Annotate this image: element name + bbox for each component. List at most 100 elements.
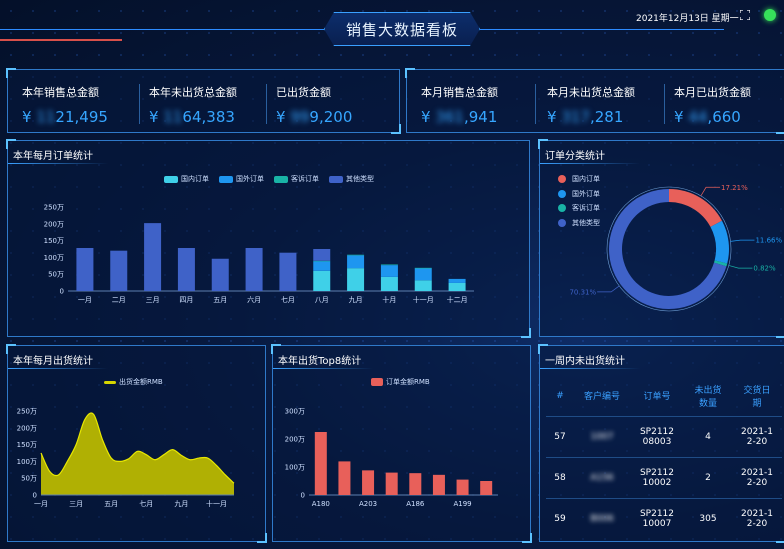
panel-top8: 本年出货Top8统计 订单金额RMB 0 100万 200万 300万 A180 A203… bbox=[271, 344, 532, 543]
legend-swatch bbox=[104, 380, 116, 384]
table-row[interactable]: 59 B006 SP2112 10007 305 2021-1 2-20 bbox=[546, 497, 782, 539]
bar-4-2 bbox=[110, 250, 128, 291]
legend-label: 出货金额RMB bbox=[119, 378, 163, 386]
x-tick-label: 七月 bbox=[281, 295, 295, 304]
dashboard-title-box: 销售大数据看板 bbox=[324, 12, 480, 46]
area-fill bbox=[41, 413, 234, 495]
cell-customer: 1007 bbox=[574, 415, 630, 457]
header-line-left bbox=[0, 29, 324, 30]
legend-swatch bbox=[219, 175, 233, 183]
legend-swatch bbox=[274, 175, 288, 183]
orders-bar-chart: 0 50万 100万 150万 200万 250万一月 二月 三月 四月 五月 六月 七月 八月 九月 十月… bbox=[44, 204, 474, 304]
stat-value: ¥ 361,941 bbox=[421, 108, 498, 126]
panel-order-category: 订单分类统计 国内订单 国外订单 客诉订单 其他类型 17.21% 11.66% 0.82… bbox=[538, 139, 784, 338]
title-underline bbox=[8, 163, 108, 164]
panel-title: 本年每月出货统计 bbox=[13, 356, 93, 367]
y-tick-label: 0 bbox=[301, 492, 305, 500]
bar-4-4 bbox=[177, 247, 195, 291]
legend-label: 订单金额RMB bbox=[386, 378, 430, 386]
bar-4 bbox=[385, 472, 398, 495]
bar-4-7 bbox=[279, 252, 297, 291]
bar-3-9 bbox=[347, 254, 365, 256]
x-tick-label: 十二月 bbox=[447, 295, 468, 304]
cell-index: 58 bbox=[546, 456, 574, 498]
stat-label: 本月销售总金额 bbox=[421, 86, 498, 99]
y-tick-label: 200万 bbox=[44, 220, 64, 228]
title-underline bbox=[273, 368, 373, 369]
dashboard-title: 销售大数据看板 bbox=[345, 20, 458, 39]
x-tick-label: 九月 bbox=[174, 499, 188, 508]
slice-label: 70.31% bbox=[569, 288, 596, 296]
bar-4-1 bbox=[76, 247, 94, 291]
stat-month-shipped: 本月已出货金额 ¥ 44,660 bbox=[674, 84, 751, 126]
y-tick-label: 100万 bbox=[285, 464, 305, 472]
cell-qty: 2 bbox=[684, 456, 732, 498]
bar-2-8 bbox=[313, 261, 331, 271]
donut-slice-2 bbox=[710, 220, 729, 264]
panel-title: 本年出货Top8统计 bbox=[278, 356, 362, 367]
col-header: # bbox=[556, 390, 564, 401]
cell-customer: B006 bbox=[574, 497, 630, 539]
stat-label: 本年销售总金额 bbox=[22, 86, 99, 99]
bar-1 bbox=[314, 432, 327, 495]
x-tick-label: A203 bbox=[359, 500, 377, 508]
bar-1-12 bbox=[448, 282, 466, 291]
header-line-right bbox=[480, 29, 724, 30]
legend-label: 国外订单 bbox=[236, 175, 264, 183]
bar-4-3 bbox=[144, 223, 162, 291]
panel-monthly-shipments: 本年每月出货统计 出货金额RMB 0 50万 100万 150万 200万 250万 一月 三… bbox=[6, 344, 267, 543]
col-header: 交货日 期 bbox=[743, 385, 771, 409]
panel-monthly-orders: 本年每月订单统计 国内订单 国外订单 客诉订单 其他类型 0 50万 100万 150… bbox=[6, 139, 531, 338]
shipments-area-chart: 0 50万 100万 150万 200万 250万一月 三月 五月 七月 九月 十一月 bbox=[17, 408, 235, 508]
leader-line bbox=[728, 265, 753, 269]
bar-2-9 bbox=[347, 255, 365, 269]
stat-year-unshipped: 本年未出货总金额 ¥ 1164,383 bbox=[149, 84, 237, 126]
bar-1-9 bbox=[347, 268, 365, 291]
legend-swatch bbox=[164, 175, 178, 183]
bar-3-11 bbox=[414, 267, 432, 269]
bar-1-8 bbox=[313, 270, 331, 291]
cell-date: 2021-1 2-20 bbox=[732, 497, 782, 539]
bar-2 bbox=[338, 461, 351, 495]
header-accent-left bbox=[0, 39, 122, 41]
table-row[interactable]: 57 1007 SP2112 08003 4 2021-1 2-20 bbox=[546, 415, 782, 457]
chart-legend: 出货金额RMB bbox=[104, 377, 163, 387]
bar-3-8 bbox=[313, 260, 331, 262]
col-header: 未出货 数量 bbox=[694, 385, 722, 409]
datetime: 2021年12月13日 星期一 bbox=[636, 14, 739, 24]
divider bbox=[139, 84, 140, 124]
x-tick-label: 十一月 bbox=[206, 499, 227, 508]
stat-label: 本月未出货总金额 bbox=[547, 86, 635, 99]
stats-panel-year: 本年销售总金额 ¥ 1121,495 本年未出货总金额 ¥ 1164,383 已… bbox=[6, 68, 401, 134]
cell-order: SP2112 08003 bbox=[630, 415, 684, 457]
chart-legend: 订单金额RMB bbox=[371, 377, 430, 387]
stat-value: ¥ 1164,383 bbox=[149, 108, 235, 126]
stat-shipped: 已出货金额 ¥ 999,200 bbox=[276, 84, 352, 126]
cell-index: 59 bbox=[546, 497, 574, 539]
divider bbox=[664, 84, 665, 124]
donut-slice-1 bbox=[669, 189, 722, 227]
orders-donut-chart: 17.21% 11.66% 0.82% 70.31% bbox=[569, 184, 782, 312]
table-row[interactable]: 58 A156 SP2112 10002 2 2021-1 2-20 bbox=[546, 456, 782, 498]
x-tick-label: 一月 bbox=[78, 296, 92, 304]
panel-week-unshipped: 一周内未出货统计 # 客户编号 订单号 未出货 数量 交货日 期 57 1007… bbox=[538, 344, 784, 543]
title-underline bbox=[540, 368, 640, 369]
legend-swatch bbox=[329, 175, 343, 183]
stat-label: 本月已出货金额 bbox=[674, 86, 751, 99]
slice-label: 17.21% bbox=[721, 184, 748, 192]
y-tick-label: 150万 bbox=[17, 441, 37, 449]
y-tick-label: 0 bbox=[33, 492, 37, 500]
x-tick-label: A186 bbox=[406, 500, 425, 508]
bar-7 bbox=[456, 479, 469, 495]
x-tick-label: 十月 bbox=[382, 295, 396, 304]
x-tick-label: 九月 bbox=[349, 295, 363, 304]
leader-line bbox=[730, 239, 755, 242]
y-tick-label: 100万 bbox=[44, 254, 64, 262]
stat-value: ¥ 1121,495 bbox=[22, 108, 108, 126]
x-tick-label: 一月 bbox=[34, 500, 48, 508]
header: 销售大数据看板 2021年12月13日 星期一 bbox=[0, 0, 784, 60]
cell-customer: A156 bbox=[574, 456, 630, 498]
fullscreen-icon[interactable] bbox=[740, 10, 750, 20]
stats-panel-month: 本月销售总金额 ¥ 361,941 本月未出货总金额 ¥ 317,281 本月已… bbox=[405, 68, 784, 134]
cell-qty: 305 bbox=[684, 497, 732, 539]
